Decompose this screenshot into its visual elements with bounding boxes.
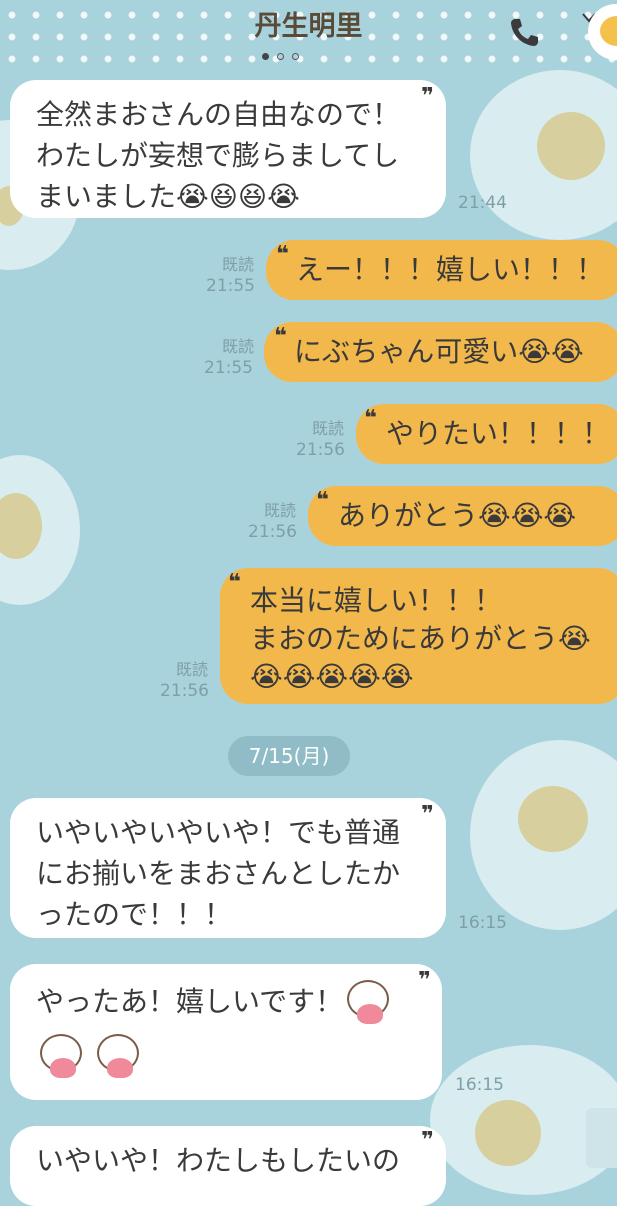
incoming-message[interactable]: 全然まおさんの自由なので！ わたしが妄想で膨らましてし まいました😭😆😆😭 [10,80,446,218]
phone-icon[interactable] [508,16,540,48]
quote-icon: ❝ [364,406,377,431]
quote-icon: ❝ [274,324,287,349]
quote-icon: ❞ [421,84,434,109]
message-text: やりたい！！！！ [386,417,611,450]
scroll-down-button[interactable] [586,1108,617,1168]
message-text: いやいや！わたしもしたいの [36,1144,401,1177]
outgoing-message[interactable]: えー！！！嬉しい！！！ [266,240,617,300]
message-text: いやいやいやいや！でも普通 [36,816,401,849]
bear-heart-sticker [93,1032,141,1078]
message-text: まおのためにありがとう😭 [250,622,591,655]
outgoing-message[interactable]: やりたい！！！！ [356,404,617,464]
date-separator: 7/15(月) [228,736,350,776]
message-text: 😭😭😭😭😭 [250,660,414,693]
message-time: 21:56 [296,440,345,460]
message-text: にお揃いをまおさんとしたか [36,857,401,890]
quote-icon: ❝ [316,488,329,513]
message-text: にぶちゃん可愛い😭😭 [294,335,584,368]
message-time: 21:55 [204,358,253,378]
read-receipt: 既読 [311,419,344,438]
page-dot [292,53,299,60]
message-text: ありがとう😭😭😭 [338,499,577,532]
chat-header: 丹生明里 [0,0,617,66]
read-receipt: 既読 [263,501,296,520]
read-receipt: 既読 [221,337,254,356]
message-text: 全然まおさんの自由なので！ [36,98,401,131]
message-text: ったので！！！ [36,898,233,931]
quote-icon: ❞ [418,968,431,993]
message-text: 本当に嬉しい！！！ [250,584,503,617]
message-time: 21:55 [206,276,255,296]
outgoing-message[interactable]: ありがとう😭😭😭 [308,486,617,546]
bear-heart-sticker [36,1032,84,1078]
quote-icon: ❞ [421,1128,434,1153]
outgoing-message[interactable]: にぶちゃん可愛い😭😭 [264,322,617,382]
page-indicator [262,53,299,60]
outgoing-message[interactable]: 本当に嬉しい！！！ まおのためにありがとう😭 😭😭😭😭😭 [220,568,617,704]
read-receipt: 既読 [175,660,208,679]
quote-icon: ❞ [421,802,434,827]
bear-heart-sticker [343,978,391,1024]
message-time: 21:44 [458,193,507,213]
message-time: 21:56 [160,681,209,701]
incoming-message[interactable]: いやいやいやいや！でも普通 にお揃いをまおさんとしたか ったので！！！ [10,798,446,938]
message-time: 16:15 [458,913,507,933]
incoming-message[interactable]: いやいや！わたしもしたいの [10,1126,446,1206]
read-receipt: 既読 [221,255,254,274]
message-text: やったあ！嬉しいです！ [36,984,344,1018]
message-text: わたしが妄想で膨らましてし [36,139,400,172]
page-dot [277,53,284,60]
message-time: 21:56 [248,522,297,542]
page-dot [262,53,269,60]
message-text: まいました😭😆😆😭 [36,180,300,213]
quote-icon: ❝ [228,570,241,595]
incoming-message[interactable]: やったあ！嬉しいです！ [10,964,442,1100]
message-text: えー！！！嬉しい！！！ [296,253,605,286]
quote-icon: ❝ [276,242,289,267]
message-time: 16:15 [455,1075,504,1095]
